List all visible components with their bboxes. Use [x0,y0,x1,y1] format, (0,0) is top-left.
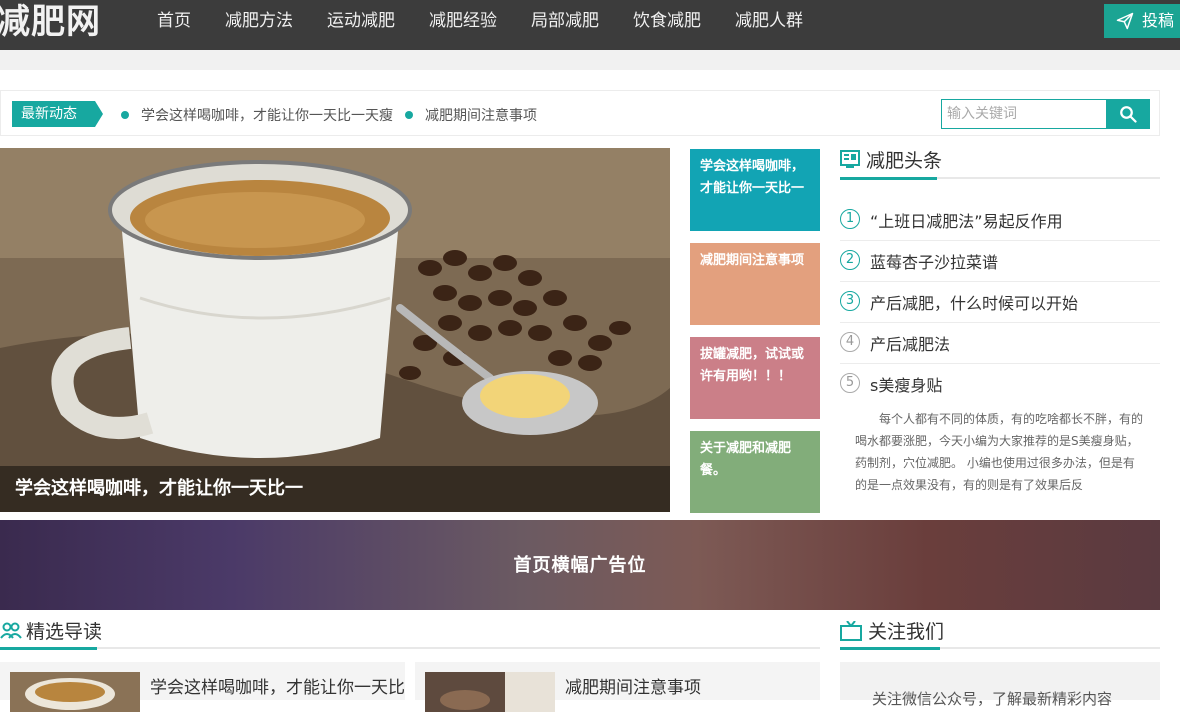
tv-icon [840,621,862,641]
featured-title-text: 精选导读 [26,621,103,643]
follow-title-text: 关注我们 [868,621,945,643]
headlines-title-text: 减肥头条 [866,150,943,172]
headline-item[interactable]: 3 产后减肥，什么时候可以开始 [840,282,1160,323]
nav-home[interactable]: 首页 [140,0,208,42]
card-thumbnail [10,672,140,712]
ad-banner[interactable]: 首页横幅广告位 [0,520,1160,610]
nav-exercise[interactable]: 运动减肥 [310,0,412,42]
tile-text: 学会这样喝咖啡，才能让你一天比一 [700,159,805,196]
feature-tile[interactable]: 减肥期间注意事项 [690,243,820,325]
featured-underline [0,647,820,650]
main-nav: 首页 减肥方法 运动减肥 减肥经验 局部减肥 饮食减肥 减肥人群 [140,0,820,42]
ticker-item[interactable]: 减肥期间注意事项 [405,105,537,125]
headline-number: 1 [840,209,860,229]
headline-item[interactable]: 1 “上班日减肥法”易起反作用 [840,200,1160,241]
header-spacer [0,50,1180,70]
headline-item[interactable]: 2 蓝莓杏子沙拉菜谱 [840,241,1160,282]
headline-item[interactable]: 5 s美瘦身贴 [840,364,1160,405]
feature-tile[interactable]: 拔罐减肥，试试或许有用哟！！！ [690,337,820,419]
coffee-cup-image [0,148,670,512]
headline-description: 每个人都有不同的体质，有的吃啥都长不胖，有的喝水都要涨肥，今天小编为大家推荐的是… [855,412,1144,492]
submit-label: 投稿 [1142,11,1175,30]
featured-card[interactable]: 减肥期间注意事项 [415,662,820,712]
ticker-item[interactable]: 学会这样喝咖啡，才能让你一天比一天瘦 [121,105,393,125]
featured-card[interactable]: 学会这样喝咖啡，才能让你一天比 [0,662,405,712]
featured-title: 精选导读 [0,617,820,649]
follow-box: 关注微信公众号，了解最新精彩内容 [840,662,1160,708]
tile-text: 拔罐减肥，试试或许有用哟！！！ [700,347,805,384]
hero-caption: 学会这样喝咖啡，才能让你一天比一 [0,466,670,512]
search-button[interactable] [1106,99,1150,129]
headline-number: 4 [840,332,860,352]
ticker-badge: 最新动态 [12,101,103,127]
headline-number: 3 [840,291,860,311]
follow-title: 关注我们 [840,617,1160,649]
search-icon [1120,106,1137,123]
card-thumbnail [425,672,555,712]
headline-text: 产后减肥法 [870,335,951,354]
headline-text: s美瘦身贴 [870,376,943,395]
headline-number: 5 [840,373,860,393]
headlines-underline [840,177,1160,180]
nav-methods[interactable]: 减肥方法 [208,0,310,42]
users-icon [0,622,22,639]
nav-diet[interactable]: 饮食减肥 [616,0,718,42]
ad-banner-text: 首页横幅广告位 [513,555,647,576]
nav-people[interactable]: 减肥人群 [718,0,820,42]
card-title: 减肥期间注意事项 [565,678,701,698]
tile-text: 减肥期间注意事项 [700,253,805,268]
hero-slide[interactable]: 学会这样喝咖啡，才能让你一天比一 [0,148,670,512]
tile-text: 关于减肥和减肥餐。 [700,441,792,478]
headline-text: “上班日减肥法”易起反作用 [870,212,1063,231]
follow-text: 关注微信公众号，了解最新精彩内容 [872,690,1113,708]
headlines-title: 减肥头条 [840,146,1160,178]
nav-local[interactable]: 局部减肥 [514,0,616,42]
nav-experience[interactable]: 减肥经验 [412,0,514,42]
top-navbar: 减肥网 首页 减肥方法 运动减肥 减肥经验 局部减肥 饮食减肥 减肥人群 投稿 [0,0,1180,50]
search-input[interactable] [941,99,1107,129]
headline-number: 2 [840,250,860,270]
newspaper-icon [840,150,860,168]
card-title: 学会这样喝咖啡，才能让你一天比 [150,678,405,698]
headline-item[interactable]: 4 产后减肥法 [840,323,1160,364]
headline-text: 蓝莓杏子沙拉菜谱 [870,253,999,272]
follow-underline [840,647,1160,650]
site-logo[interactable]: 减肥网 [0,2,101,42]
submit-article-button[interactable]: 投稿 [1104,4,1180,38]
headline-text: 产后减肥，什么时候可以开始 [870,294,1079,313]
news-ticker: 最新动态 学会这样喝咖啡，才能让你一天比一天瘦 减肥期间注意事项 [0,90,1160,136]
paper-plane-icon [1116,12,1134,30]
feature-tile[interactable]: 学会这样喝咖啡，才能让你一天比一 [690,149,820,231]
feature-tile[interactable]: 关于减肥和减肥餐。 [690,431,820,513]
